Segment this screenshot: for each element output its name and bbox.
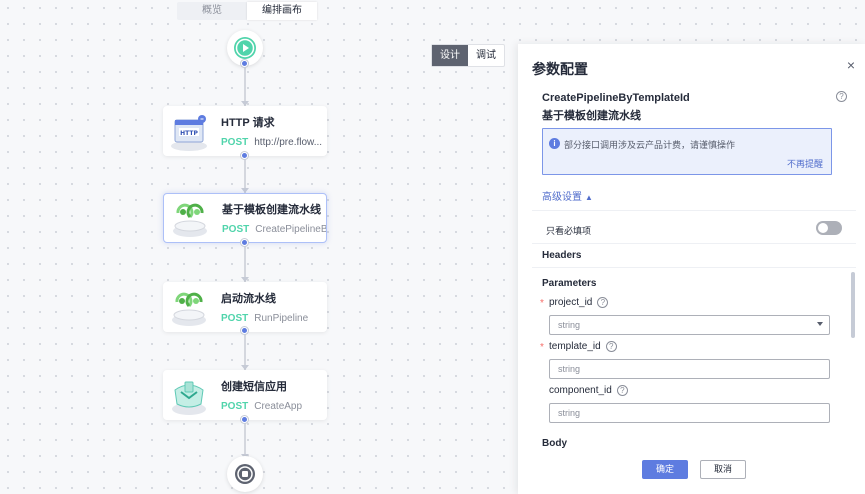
method-badge: POST xyxy=(222,224,250,235)
stop-icon xyxy=(235,464,255,484)
tab-overview[interactable]: 概览 xyxy=(177,2,247,20)
field-label-text: project_id xyxy=(549,297,593,308)
divider xyxy=(532,210,856,211)
body-section-title: Body xyxy=(542,438,567,449)
mode-toggle: 设计 调试 xyxy=(431,44,505,67)
design-mode-button[interactable]: 设计 xyxy=(432,45,468,66)
play-icon xyxy=(234,37,256,59)
help-icon[interactable]: ? xyxy=(836,91,847,102)
project-id-label: project_id ? xyxy=(549,297,609,308)
sms-app-icon xyxy=(172,381,206,415)
method-badge: POST xyxy=(221,137,249,148)
required-only-switch[interactable] xyxy=(816,221,842,235)
api-description: 基于模板创建流水线 xyxy=(542,110,641,122)
method-badge: POST xyxy=(221,313,249,324)
port-dot[interactable] xyxy=(241,239,248,246)
help-icon[interactable]: ? xyxy=(605,341,617,352)
field-label-text: component_id xyxy=(549,385,612,396)
headers-section-title: Headers xyxy=(542,250,582,261)
node-endpoint: http://pre.flow... xyxy=(254,137,323,148)
field-label-text: template_id xyxy=(549,341,601,352)
port-dot[interactable] xyxy=(241,416,248,423)
node-title: 启动流水线 xyxy=(221,293,276,305)
panel-title: 参数配置 xyxy=(532,61,588,77)
billing-notice: i 部分接口调用涉及云产品计费，请谨慎操作 不再提醒 xyxy=(542,128,832,175)
node-endpoint: CreateApp xyxy=(254,401,303,412)
divider xyxy=(532,243,856,244)
debug-mode-button[interactable]: 调试 xyxy=(468,45,504,66)
help-icon[interactable]: ? xyxy=(616,385,628,396)
required-marker: * xyxy=(540,298,544,309)
port-dot[interactable] xyxy=(241,60,248,67)
method-badge: POST xyxy=(221,401,249,412)
pipeline-icon xyxy=(172,292,206,326)
node-endpoint: CreatePipelineB... xyxy=(255,224,326,235)
select-value: string xyxy=(558,320,581,330)
advanced-settings-label: 高级设置 xyxy=(542,192,582,203)
view-tabs: 概览 编排画布 xyxy=(177,2,317,20)
flow-node-http-request[interactable]: HTTP HTTP 请求 POST http://pre.flow... xyxy=(163,106,327,156)
port-dot[interactable] xyxy=(241,327,248,334)
panel-scrollbar[interactable] xyxy=(851,272,855,338)
template-id-label: template_id ? xyxy=(549,341,617,352)
close-icon[interactable]: × xyxy=(847,58,855,72)
component-id-input[interactable] xyxy=(549,403,830,423)
node-endpoint: RunPipeline xyxy=(254,313,309,324)
help-icon[interactable]: ? xyxy=(597,297,609,308)
advanced-settings-toggle[interactable]: 高级设置 ▲ xyxy=(542,188,593,203)
end-node[interactable] xyxy=(227,456,263,492)
divider xyxy=(532,267,856,268)
node-title: HTTP 请求 xyxy=(221,117,275,129)
info-icon: i xyxy=(549,138,560,149)
project-id-select[interactable]: string xyxy=(549,315,830,335)
node-title: 基于模板创建流水线 xyxy=(222,204,321,216)
required-only-label: 只看必填项 xyxy=(546,226,592,236)
port-dot[interactable] xyxy=(241,152,248,159)
flow-node-create-pipeline[interactable]: 基于模板创建流水线 POST CreatePipelineB... xyxy=(163,193,327,243)
confirm-button[interactable]: 确定 xyxy=(642,460,688,479)
flow-connector xyxy=(244,419,246,459)
api-name: CreatePipelineByTemplateId xyxy=(542,92,690,104)
parameter-panel: 参数配置 × CreatePipelineByTemplateId 基于模板创建… xyxy=(518,44,865,494)
parameters-section-title: Parameters xyxy=(542,278,597,289)
tab-canvas[interactable]: 编排画布 xyxy=(247,2,317,20)
flow-node-create-sms-app[interactable]: 创建短信应用 POST CreateApp xyxy=(163,370,327,420)
template-id-input[interactable] xyxy=(549,359,830,379)
flow-connector xyxy=(244,64,246,106)
node-title: 创建短信应用 xyxy=(221,381,287,393)
dismiss-notice-link[interactable]: 不再提醒 xyxy=(787,157,823,170)
chevron-down-icon xyxy=(817,322,823,326)
chevron-up-icon: ▲ xyxy=(585,193,593,202)
pipeline-icon xyxy=(173,203,207,237)
component-id-label: component_id ? xyxy=(549,385,628,396)
required-marker: * xyxy=(540,342,544,353)
http-request-icon: HTTP xyxy=(171,115,207,151)
svg-text:HTTP: HTTP xyxy=(180,130,198,137)
cancel-button[interactable]: 取消 xyxy=(700,460,746,479)
flow-node-run-pipeline[interactable]: 启动流水线 POST RunPipeline xyxy=(163,282,327,332)
notice-text: 部分接口调用涉及云产品计费，请谨慎操作 xyxy=(564,140,736,150)
